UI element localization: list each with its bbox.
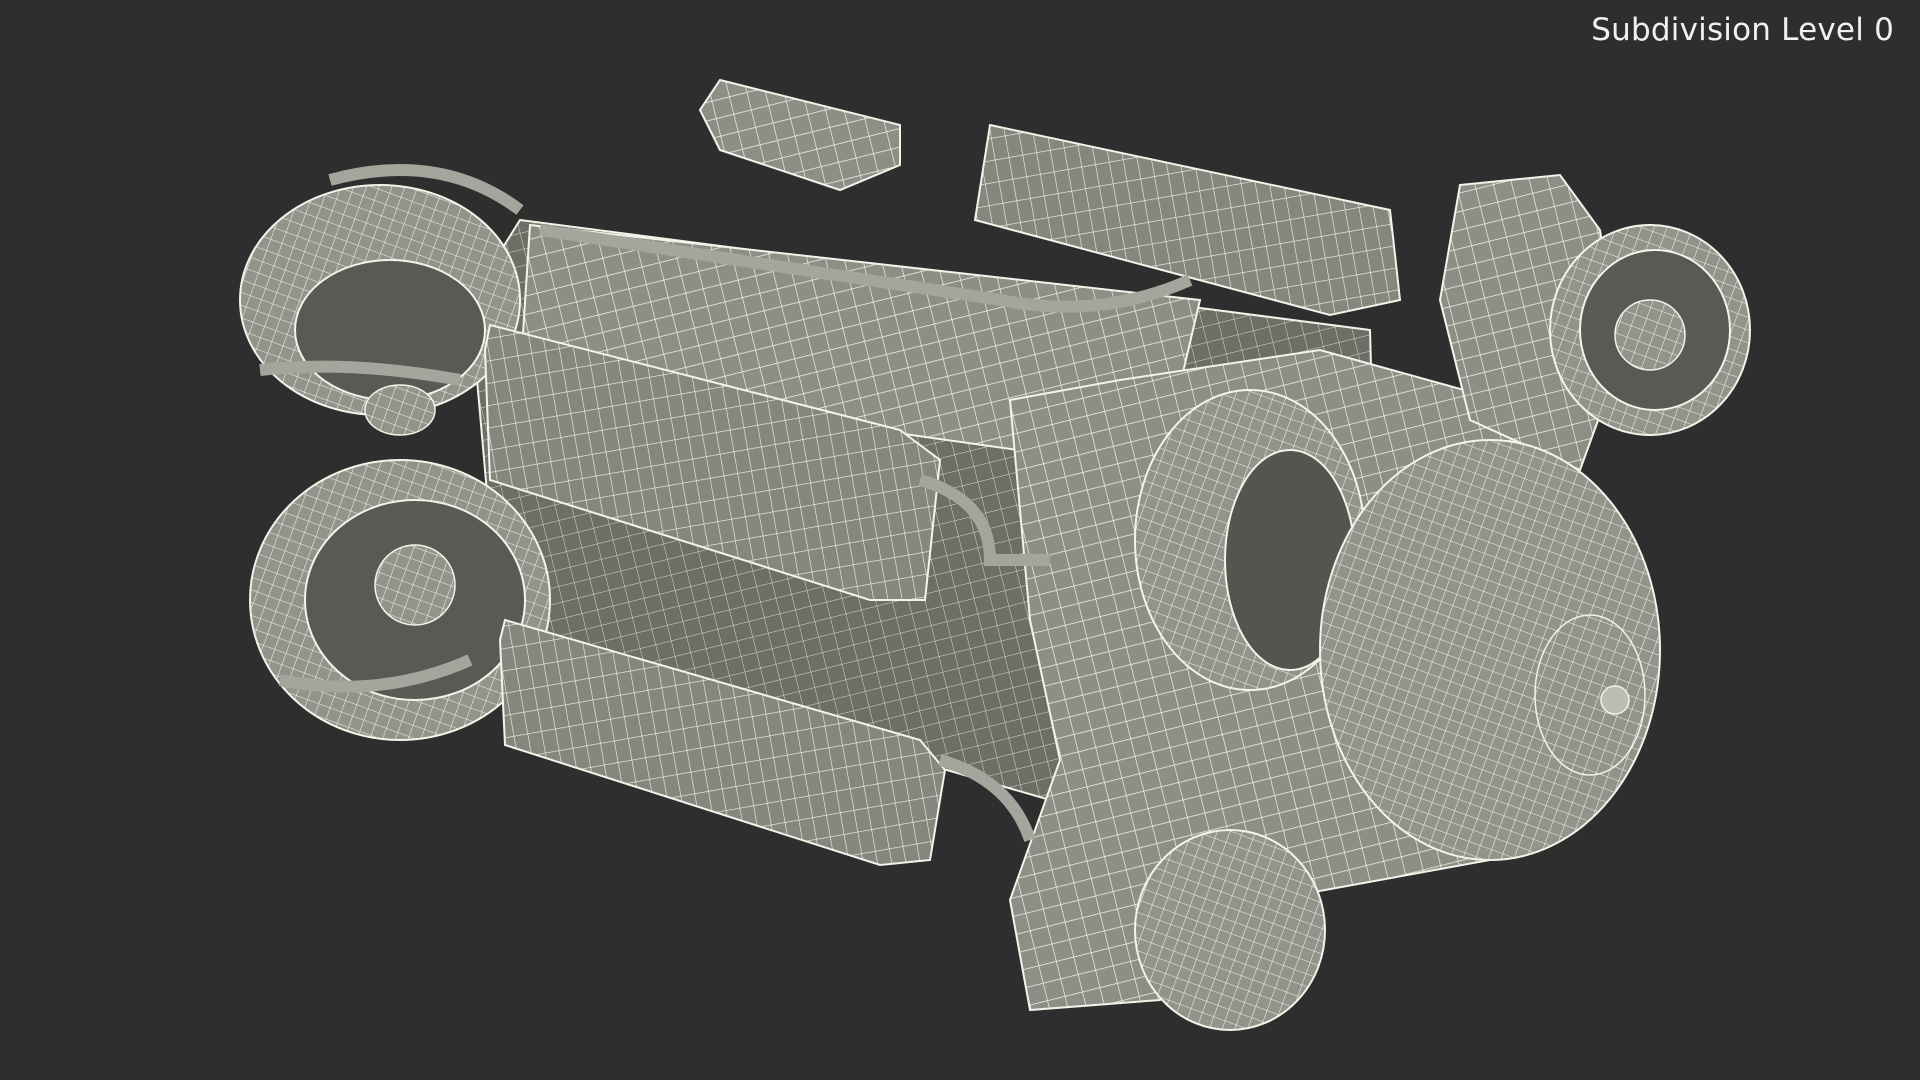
3d-viewport[interactable]: Subdivision Level 0	[0, 0, 1920, 1080]
right-upper-thruster	[1438, 173, 1751, 472]
front-dome	[1319, 439, 1661, 861]
subdivision-level-label: Subdivision Level 0	[1591, 12, 1894, 48]
upper-left-fin	[698, 78, 901, 192]
bottom-duct	[1134, 829, 1326, 1031]
rov-wireframe-model	[239, 78, 1751, 1031]
